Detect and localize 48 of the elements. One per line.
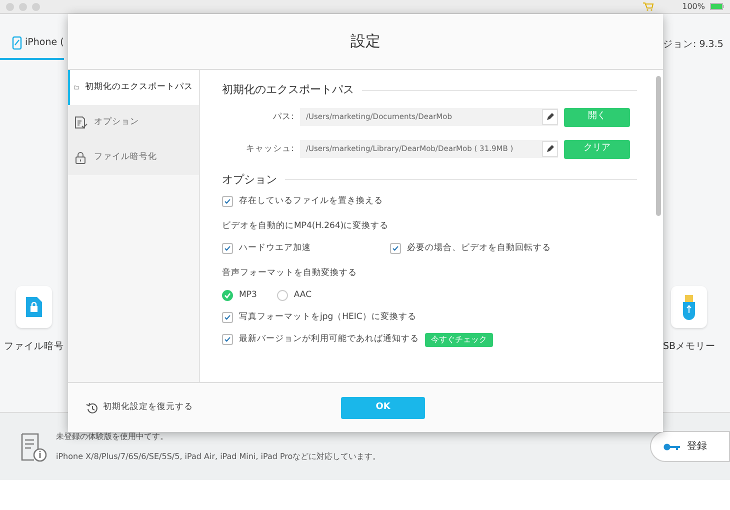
tool-label: ファイル暗号: [4, 340, 64, 354]
tool-label: SBメモリー: [663, 340, 716, 354]
checkbox[interactable]: [390, 243, 401, 254]
restore-defaults-link[interactable]: 初期化設定を復元する: [86, 401, 193, 414]
pencil-icon[interactable]: [546, 113, 554, 121]
lock-file-icon: [25, 296, 43, 318]
checkmark-icon: [223, 291, 232, 300]
cart-icon[interactable]: [643, 2, 654, 11]
radio-button[interactable]: [222, 290, 233, 301]
option-label: 必要の場合、ビデオを自動回転する: [407, 242, 551, 255]
sidebar-item[interactable]: 初期化のエクスポートパス: [68, 70, 199, 105]
sidebar-item[interactable]: ファイル暗号化: [68, 140, 199, 175]
section-heading: オプション: [222, 172, 637, 188]
info-document-icon: [20, 432, 48, 462]
checkbox[interactable]: [222, 243, 233, 254]
footer-text: iPhone X/8/Plus/7/6S/6/SE/5S/5, iPad Air, iPad Mini, iPad Proなどに対応しています。: [56, 450, 381, 462]
tool-tile[interactable]: [671, 286, 708, 328]
key-icon: [663, 442, 681, 450]
section-heading: 初期化のエクスポートパス: [222, 82, 637, 98]
register-button[interactable]: 登録: [650, 431, 730, 462]
checkbox[interactable]: [222, 334, 233, 345]
sidebar-item[interactable]: オプション: [68, 105, 199, 140]
checkbox[interactable]: [222, 196, 233, 207]
tool-tile[interactable]: [16, 286, 52, 328]
footer-text: 未登録の体験版を使用中てす。: [56, 430, 169, 442]
option-label: 写真フォーマットをjpg（HEIC）に変換する: [239, 311, 416, 324]
option-label: AAC: [294, 289, 312, 302]
history-icon: [86, 402, 98, 414]
field-label: パス:: [272, 110, 294, 124]
option-label: 最新バージョンが利用可能であれば通知する: [239, 333, 419, 346]
field-label: キャッシュ:: [245, 142, 294, 156]
device-tab[interactable]: iPhone (: [0, 14, 64, 60]
option-group-label: ビデオを自動的にMP4(H.264)に変換する: [222, 220, 390, 234]
option-label: MP3: [239, 289, 257, 302]
usb-drive-icon: [682, 294, 696, 320]
option-label: 存在しているファイルを置き換える: [239, 195, 383, 208]
lock-icon: [74, 151, 88, 164]
phone-icon: [12, 36, 22, 50]
radio-button[interactable]: [276, 290, 288, 301]
pencil-icon[interactable]: [546, 145, 554, 153]
checkbox[interactable]: [222, 312, 233, 323]
option-group-label: 音声フォーマットを自動変換する: [222, 266, 358, 280]
dialog-title: 設定: [350, 31, 380, 52]
battery-icon: [710, 3, 724, 10]
option-label: ハードウエア加速: [239, 242, 311, 255]
battery-percent: 100%: [682, 0, 705, 12]
version-text: ジョン: 9.3.5: [663, 38, 724, 52]
checklist-icon: [74, 116, 88, 129]
